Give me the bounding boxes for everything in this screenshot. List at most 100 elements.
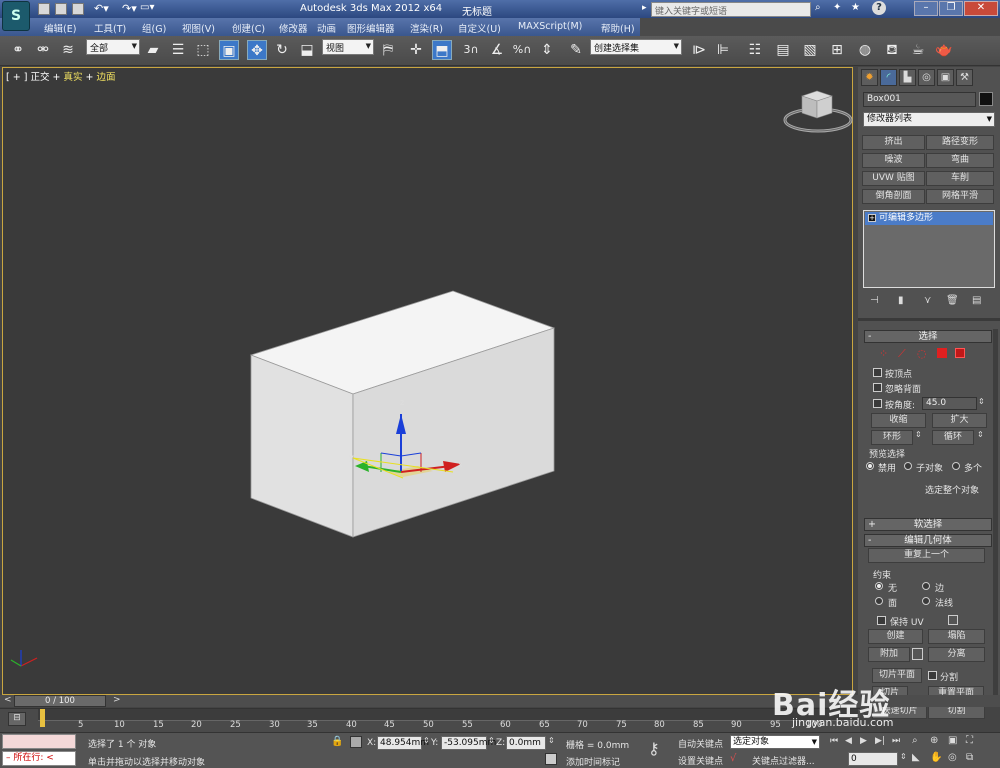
material-editor-icon[interactable]: ◍ (855, 40, 875, 60)
preview-subobject-radio[interactable] (904, 462, 912, 470)
orbit-icon[interactable]: ◎ (948, 752, 957, 763)
menu-edit[interactable]: 编辑(E) (44, 21, 76, 35)
binoculars-icon[interactable]: ⌕ (815, 2, 821, 13)
meshsmooth-button[interactable]: 网格平滑 (926, 189, 994, 204)
menu-group[interactable]: 组(G) (142, 21, 166, 35)
object-name-field[interactable]: Box001 (863, 92, 976, 107)
preserve-uv-checkbox[interactable] (877, 616, 886, 625)
menu-maxscript[interactable]: MAXScript(M) (518, 21, 582, 32)
select-by-name-icon[interactable]: ☰ (168, 40, 188, 60)
maximize-viewport-icon[interactable]: ⧉ (966, 752, 973, 763)
percent-snap-icon[interactable]: %∩ (512, 40, 532, 60)
new-file-icon[interactable] (38, 3, 50, 15)
frame-spinner-icon[interactable]: ⇕ (900, 752, 907, 761)
auto-key-button[interactable]: 自动关键点 (678, 737, 723, 750)
key-tangent-icon[interactable]: √ (730, 753, 736, 764)
select-and-rotate-icon[interactable]: ↻ (272, 40, 292, 60)
preview-multi-radio[interactable] (952, 462, 960, 470)
select-and-scale-icon[interactable]: ⬓ (297, 40, 317, 60)
ring-button[interactable]: 环形 (871, 430, 913, 445)
x-spinner-icon[interactable]: ⇕ (423, 736, 430, 745)
viewport-menu-label[interactable]: [ + ] (6, 72, 27, 83)
select-object-icon[interactable]: ▰ (143, 40, 163, 60)
grow-button[interactable]: 扩大 (932, 413, 987, 428)
viewport-view-label[interactable]: 正交 (30, 72, 49, 83)
time-slider-bar[interactable]: < 0 / 100 > (0, 695, 1000, 707)
link-icon[interactable]: ⚭ (8, 40, 28, 60)
zoom-extents-all-icon[interactable]: ⛶ (966, 735, 973, 746)
constraint-none-radio[interactable] (875, 582, 883, 590)
minimize-window-icon[interactable]: – (914, 1, 938, 16)
window-crossing-icon[interactable]: ▣ (219, 40, 239, 60)
key-mode-dropdown[interactable]: 选定对象 ▼ (730, 735, 820, 749)
track-bar[interactable]: ⊟ 5 10 15 20 25 30 35 40 45 50 55 60 65 … (0, 708, 860, 732)
split-checkbox[interactable] (928, 671, 937, 680)
constraint-face-radio[interactable] (875, 597, 883, 605)
by-angle-checkbox[interactable] (873, 399, 882, 408)
modifier-stack[interactable]: + 可编辑多边形 (863, 210, 995, 288)
menu-graph-editors[interactable]: 图形编辑器 (347, 21, 395, 35)
app-logo-icon[interactable]: S (2, 1, 30, 31)
mirror-icon[interactable]: ⧐ (689, 40, 709, 60)
field-of-view-icon[interactable]: ◣ (912, 752, 920, 763)
loop-spinner-icon[interactable]: ⇕ (977, 430, 984, 439)
ignore-backfacing-checkbox[interactable] (873, 383, 882, 392)
y-coordinate-field[interactable]: -53.095mm (441, 736, 496, 750)
rendered-frame-icon[interactable]: ☕ (908, 40, 928, 60)
display-tab-icon[interactable]: ▣ (937, 69, 954, 86)
subscription-icon[interactable]: ✦ (833, 2, 841, 13)
angle-spinner-arrows-icon[interactable]: ⇕ (978, 397, 985, 406)
attach-button[interactable]: 附加 (868, 647, 910, 662)
named-selection-dropdown[interactable]: 创建选择集 (590, 39, 682, 55)
time-slider-next-icon[interactable]: > (113, 695, 121, 705)
viewport-shading-label[interactable]: 真实 (63, 72, 82, 83)
menu-rendering[interactable]: 渲染(R) (410, 21, 443, 35)
ring-spinner-icon[interactable]: ⇕ (915, 430, 922, 439)
selection-filter-dropdown[interactable]: 全部 (86, 39, 140, 55)
create-button[interactable]: 创建 (868, 629, 923, 644)
rollout-soft-selection-header[interactable]: + 软选择 (864, 518, 992, 531)
time-slider-prev-icon[interactable]: < (4, 695, 12, 705)
z-spinner-icon[interactable]: ⇕ (548, 736, 555, 745)
close-window-icon[interactable]: ✕ (964, 1, 998, 16)
perspective-viewport[interactable]: z x y (2, 67, 853, 695)
z-coordinate-field[interactable]: 0.0mm (506, 736, 546, 750)
constraint-normal-radio[interactable] (922, 597, 930, 605)
zoom-icon[interactable]: ⌕ (912, 735, 918, 746)
y-spinner-icon[interactable]: ⇕ (488, 736, 495, 745)
layer-manager-icon[interactable]: ☷ (745, 40, 765, 60)
preserve-uv-settings-icon[interactable] (948, 615, 958, 625)
bend-button[interactable]: 弯曲 (926, 153, 994, 168)
noise-button[interactable]: 噪波 (862, 153, 925, 168)
unlink-icon[interactable]: ⚮ (33, 40, 53, 60)
path-deform-button[interactable]: 路径变形 (926, 135, 994, 150)
bind-spacewarp-icon[interactable]: ≋ (58, 40, 78, 60)
maxscript-line-field[interactable]: – 所在行: < (2, 751, 76, 766)
open-file-icon[interactable] (55, 3, 67, 15)
attach-list-icon[interactable] (912, 648, 923, 660)
menu-animation[interactable]: 动画 (317, 21, 336, 35)
by-vertex-checkbox[interactable] (873, 368, 882, 377)
reference-coordinate-dropdown[interactable]: 视图 (322, 39, 374, 55)
restore-window-icon[interactable]: ❐ (939, 1, 963, 16)
object-color-swatch[interactable] (979, 92, 993, 106)
angle-snap-icon[interactable]: ∡ (487, 40, 507, 60)
pan-view-icon[interactable]: ✋ (930, 752, 942, 763)
element-subobject-icon[interactable] (955, 348, 965, 358)
selection-lock-icon[interactable]: 🔒 (331, 736, 343, 747)
key-filters-button[interactable]: 关键点过滤器... (752, 754, 815, 767)
rectangular-selection-icon[interactable]: ⬚ (193, 40, 213, 60)
current-frame-field[interactable]: 0 (848, 752, 898, 766)
edit-named-selection-icon[interactable]: ✎ (566, 40, 586, 60)
menu-customize[interactable]: 自定义(U) (458, 21, 501, 35)
zoom-extents-icon[interactable]: ▣ (948, 735, 957, 746)
create-tab-icon[interactable]: ✹ (861, 69, 878, 86)
save-file-icon[interactable] (72, 3, 84, 15)
render-production-icon[interactable]: 🫖 (934, 40, 954, 60)
menu-modifiers[interactable]: 修改器 (279, 21, 308, 35)
stack-item-editable-poly[interactable]: + 可编辑多边形 (865, 212, 993, 225)
communication-icon[interactable]: ★ (851, 2, 860, 13)
rollout-selection-header[interactable]: - 选择 (864, 330, 992, 343)
shrink-button[interactable]: 收缩 (871, 413, 926, 428)
border-subobject-icon[interactable]: ◌ (917, 347, 927, 360)
